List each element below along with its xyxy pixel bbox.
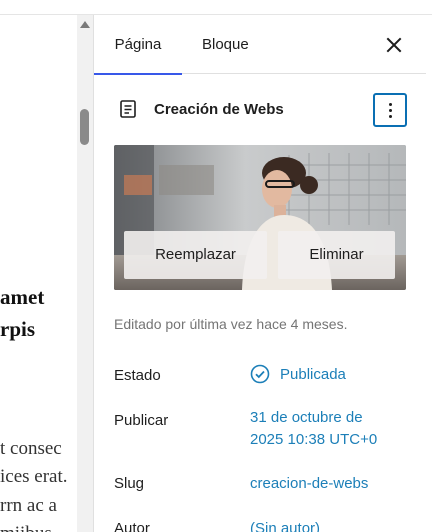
kebab-dot (389, 109, 392, 112)
publish-date-link[interactable]: 31 de octubre de 2025 10:38 UTC+0 (250, 407, 377, 451)
post-paragraph-line: rrn ac a (0, 495, 57, 516)
status-value-link[interactable]: Publicada (280, 364, 346, 386)
featured-image[interactable]: Reemplazar Eliminar (114, 145, 406, 290)
scroll-up-arrow-icon[interactable] (80, 21, 90, 28)
replace-image-button[interactable]: Reemplazar (124, 231, 267, 279)
remove-image-button[interactable]: Eliminar (278, 231, 395, 279)
settings-sidebar: Página Bloque Creación de Webs Reemplaza… (93, 15, 426, 532)
post-heading-line: rpis (0, 317, 36, 341)
slug-label: Slug (114, 475, 145, 492)
document-summary: Creación de Webs (94, 93, 426, 127)
tab-block[interactable]: Bloque (202, 15, 249, 74)
tab-page[interactable]: Página (94, 15, 182, 75)
kebab-dot (389, 103, 392, 106)
more-options-button[interactable] (373, 93, 407, 127)
published-check-icon (250, 364, 270, 384)
post-paragraph-line: ices erat. (0, 466, 68, 487)
sidebar-tabs: Página Bloque (94, 15, 426, 75)
editor-scrollbar[interactable] (77, 15, 93, 532)
close-icon[interactable] (384, 35, 404, 55)
publish-date-line: 2025 10:38 UTC+0 (250, 431, 378, 448)
kebab-dot (389, 115, 392, 118)
publish-date-line: 31 de octubre de (250, 409, 363, 426)
post-paragraph-line: t consec (0, 438, 62, 459)
post-heading-line: amet (0, 285, 45, 309)
post-paragraph-line: miibus (0, 523, 52, 532)
last-edited-text: Editado por última vez hace 4 meses. (114, 316, 348, 332)
publish-label: Publicar (114, 412, 169, 429)
scrollbar-thumb[interactable] (80, 109, 89, 145)
document-title: Creación de Webs (154, 101, 284, 118)
slug-value-link[interactable]: creacion-de-webs (250, 473, 368, 495)
author-value-link[interactable]: (Sin autor) (250, 518, 320, 532)
page-icon (120, 100, 136, 118)
status-label: Estado (114, 367, 161, 384)
top-bar (0, 0, 432, 15)
author-label: Autor (114, 520, 150, 532)
editor-canvas[interactable]: amet rpis t consec ices erat. rrn ac a m… (0, 15, 78, 532)
